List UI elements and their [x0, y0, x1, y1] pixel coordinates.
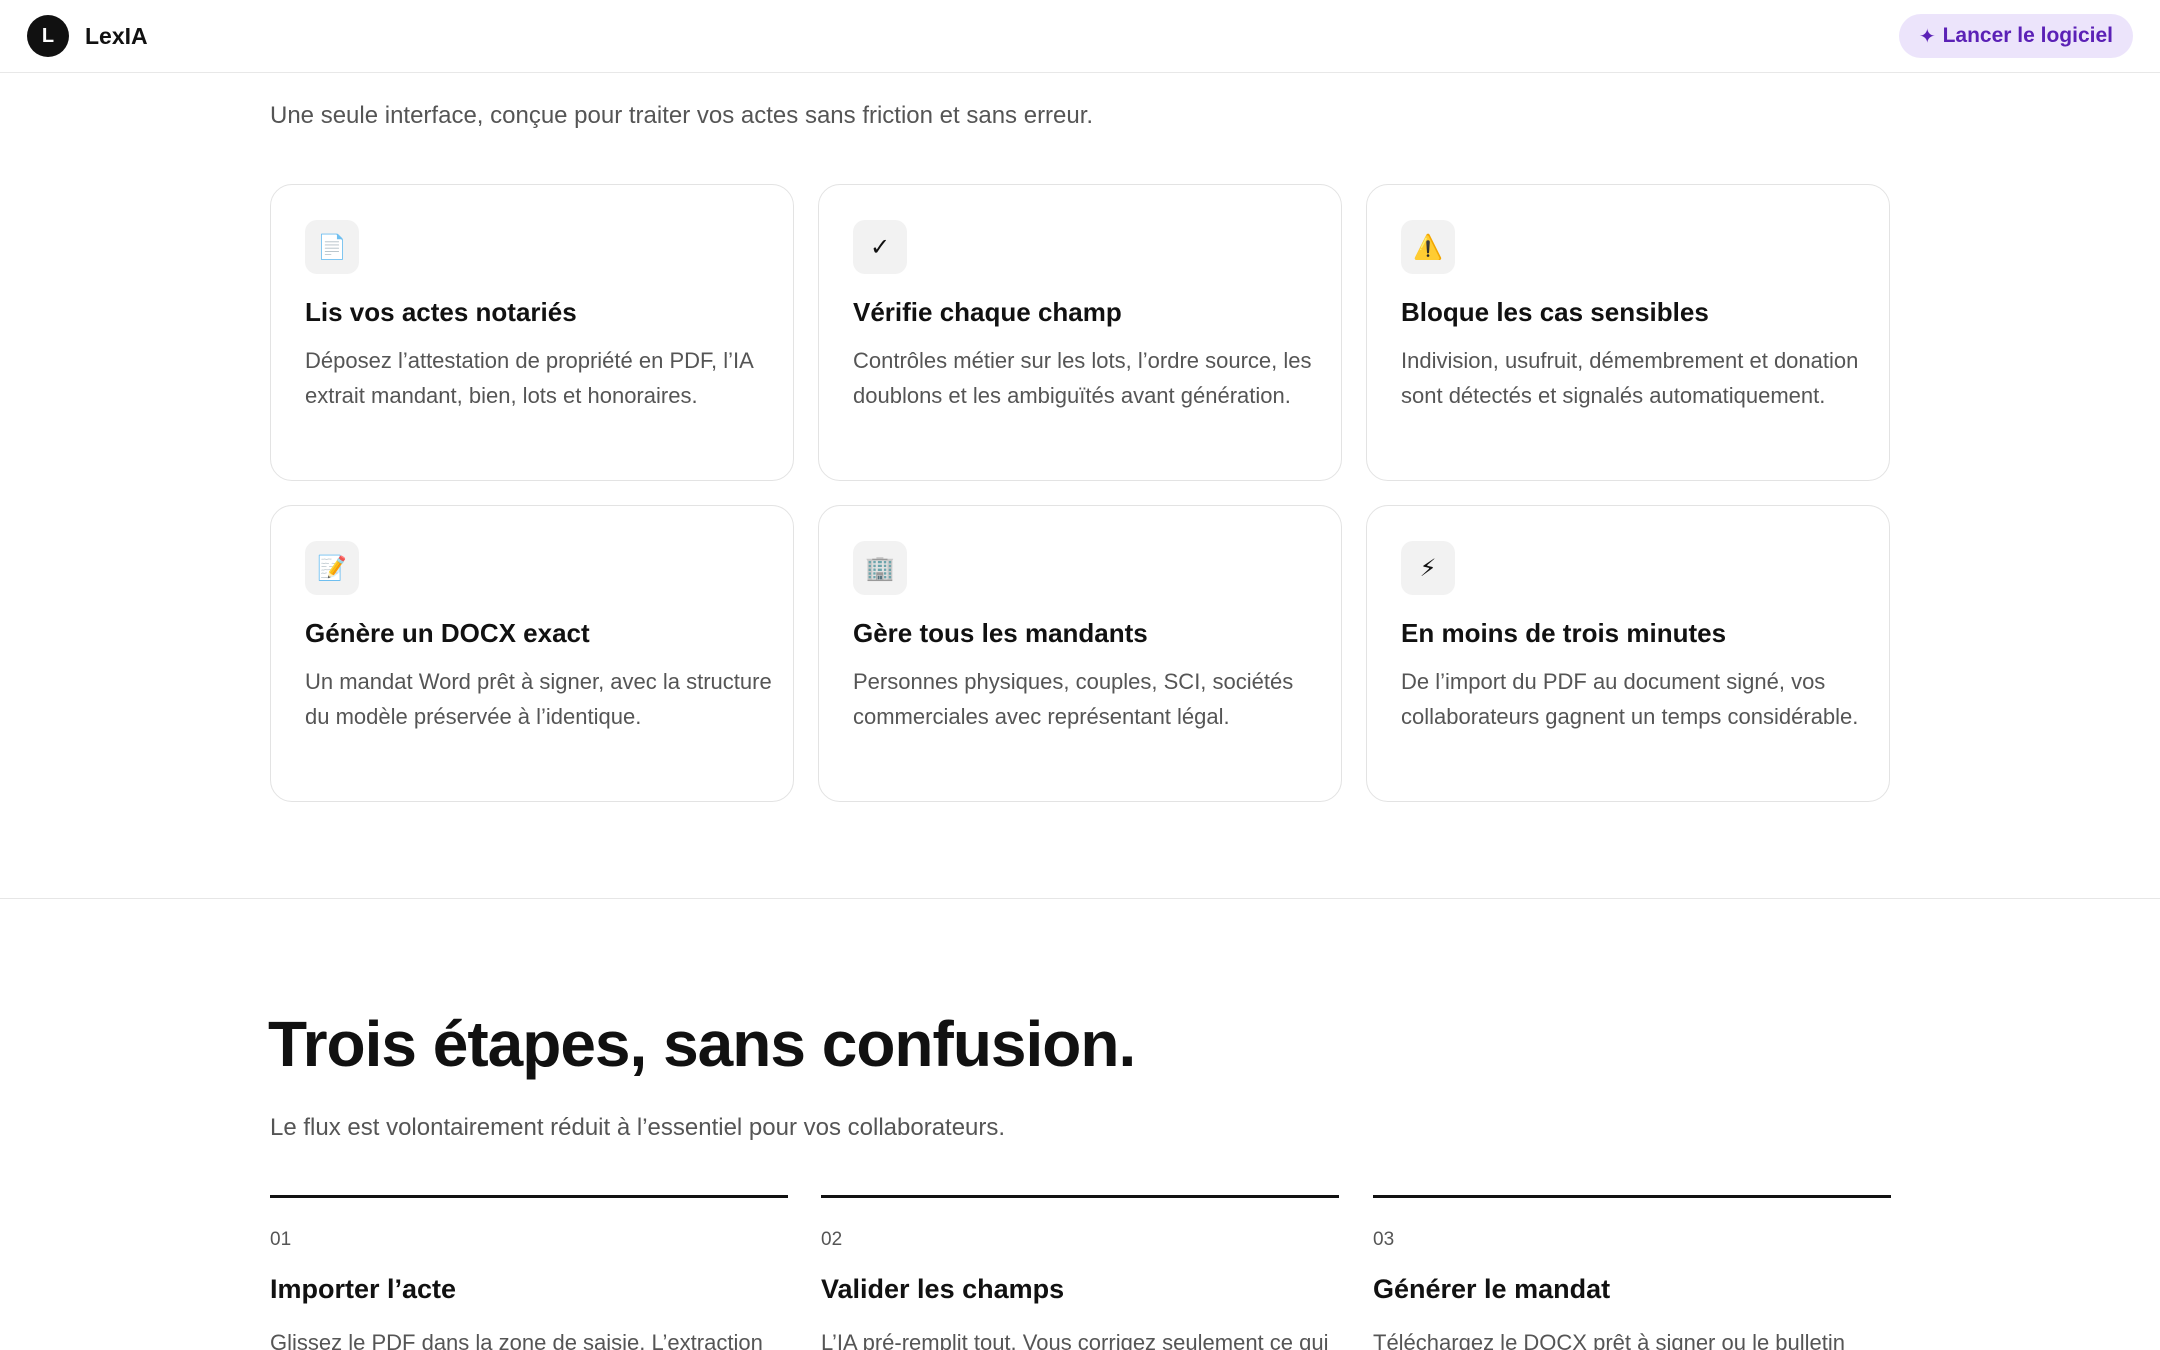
step-title: Valider les champs [821, 1274, 1065, 1304]
feature-description: Personnes physiques, couples, SCI, socié… [853, 669, 1294, 729]
memo-icon: 📝 [305, 541, 359, 595]
steps-subtitle: Le flux est volontairement réduit à l’es… [270, 1114, 1006, 1141]
step-description: Téléchargez le DOCX prêt à signer ou le … [1373, 1330, 1846, 1350]
feature-card: 🏢 Gère tous les mandants Personnes physi… [818, 505, 1342, 802]
feature-title: En moins de trois minutes [1401, 618, 1727, 648]
step-top-rule [270, 1195, 788, 1198]
feature-description: Indivision, usufruit, démembrement et do… [1401, 348, 1859, 408]
step-top-rule [1373, 1195, 1891, 1198]
feature-description: Un mandat Word prêt à signer, avec la st… [305, 669, 772, 729]
feature-card: ✓ Vérifie chaque champ Contrôles métier … [818, 184, 1342, 481]
launch-software-label: Lancer le logiciel [1942, 24, 2113, 47]
feature-description: De l’import du PDF au document signé, vo… [1401, 669, 1859, 729]
brand-name: LexIA [85, 22, 148, 49]
step-top-rule [821, 1195, 1339, 1198]
launch-software-button[interactable]: ✦ Lancer le logiciel [1898, 14, 2133, 58]
office-building-icon: 🏢 [853, 541, 907, 595]
feature-title: Vérifie chaque champ [853, 297, 1122, 327]
sparkle-icon: ✦ [1918, 25, 1936, 48]
step-number: 03 [1373, 1229, 1395, 1250]
step-description: Glissez le PDF dans la zone de saisie. L… [270, 1330, 763, 1350]
lightning-icon: ⚡ [1401, 541, 1455, 595]
feature-card: 📄 Lis vos actes notariés Déposez l’attes… [270, 184, 794, 481]
step-number: 01 [270, 1229, 292, 1250]
step-number: 02 [821, 1229, 843, 1250]
warning-icon: ⚠️ [1401, 220, 1455, 274]
step-title: Importer l’acte [270, 1274, 457, 1304]
step-card: 01 Importer l’acte Glissez le PDF dans l… [270, 1195, 788, 1350]
steps-heading: Trois étapes, sans confusion. [268, 1008, 1136, 1080]
step-title: Générer le mandat [1373, 1274, 1611, 1304]
brand-link[interactable]: L LexIA [27, 15, 148, 57]
feature-title: Génère un DOCX exact [305, 618, 590, 648]
feature-card: ⚡ En moins de trois minutes De l’import … [1366, 505, 1890, 802]
feature-description: Déposez l’attestation de propriété en PD… [305, 348, 753, 408]
checkmark-icon: ✓ [853, 220, 907, 274]
feature-description: Contrôles métier sur les lots, l’ordre s… [853, 348, 1312, 408]
feature-title: Bloque les cas sensibles [1401, 297, 1709, 327]
step-card: 03 Générer le mandat Téléchargez le DOCX… [1373, 1195, 1891, 1350]
feature-card: 📝 Génère un DOCX exact Un mandat Word pr… [270, 505, 794, 802]
top-navbar: L LexIA ✦ Lancer le logiciel [0, 0, 2160, 73]
features-subtitle: Une seule interface, conçue pour traiter… [270, 102, 1094, 129]
section-divider [0, 898, 2160, 899]
feature-title: Gère tous les mandants [853, 618, 1148, 648]
feature-title: Lis vos actes notariés [305, 297, 577, 327]
logo-mark: L [27, 15, 69, 57]
step-card: 02 Valider les champs L’IA pré-remplit t… [821, 1195, 1339, 1350]
document-icon: 📄 [305, 220, 359, 274]
feature-card: ⚠️ Bloque les cas sensibles Indivision, … [1366, 184, 1890, 481]
step-description: L’IA pré-remplit tout. Vous corrigez seu… [821, 1330, 1329, 1350]
